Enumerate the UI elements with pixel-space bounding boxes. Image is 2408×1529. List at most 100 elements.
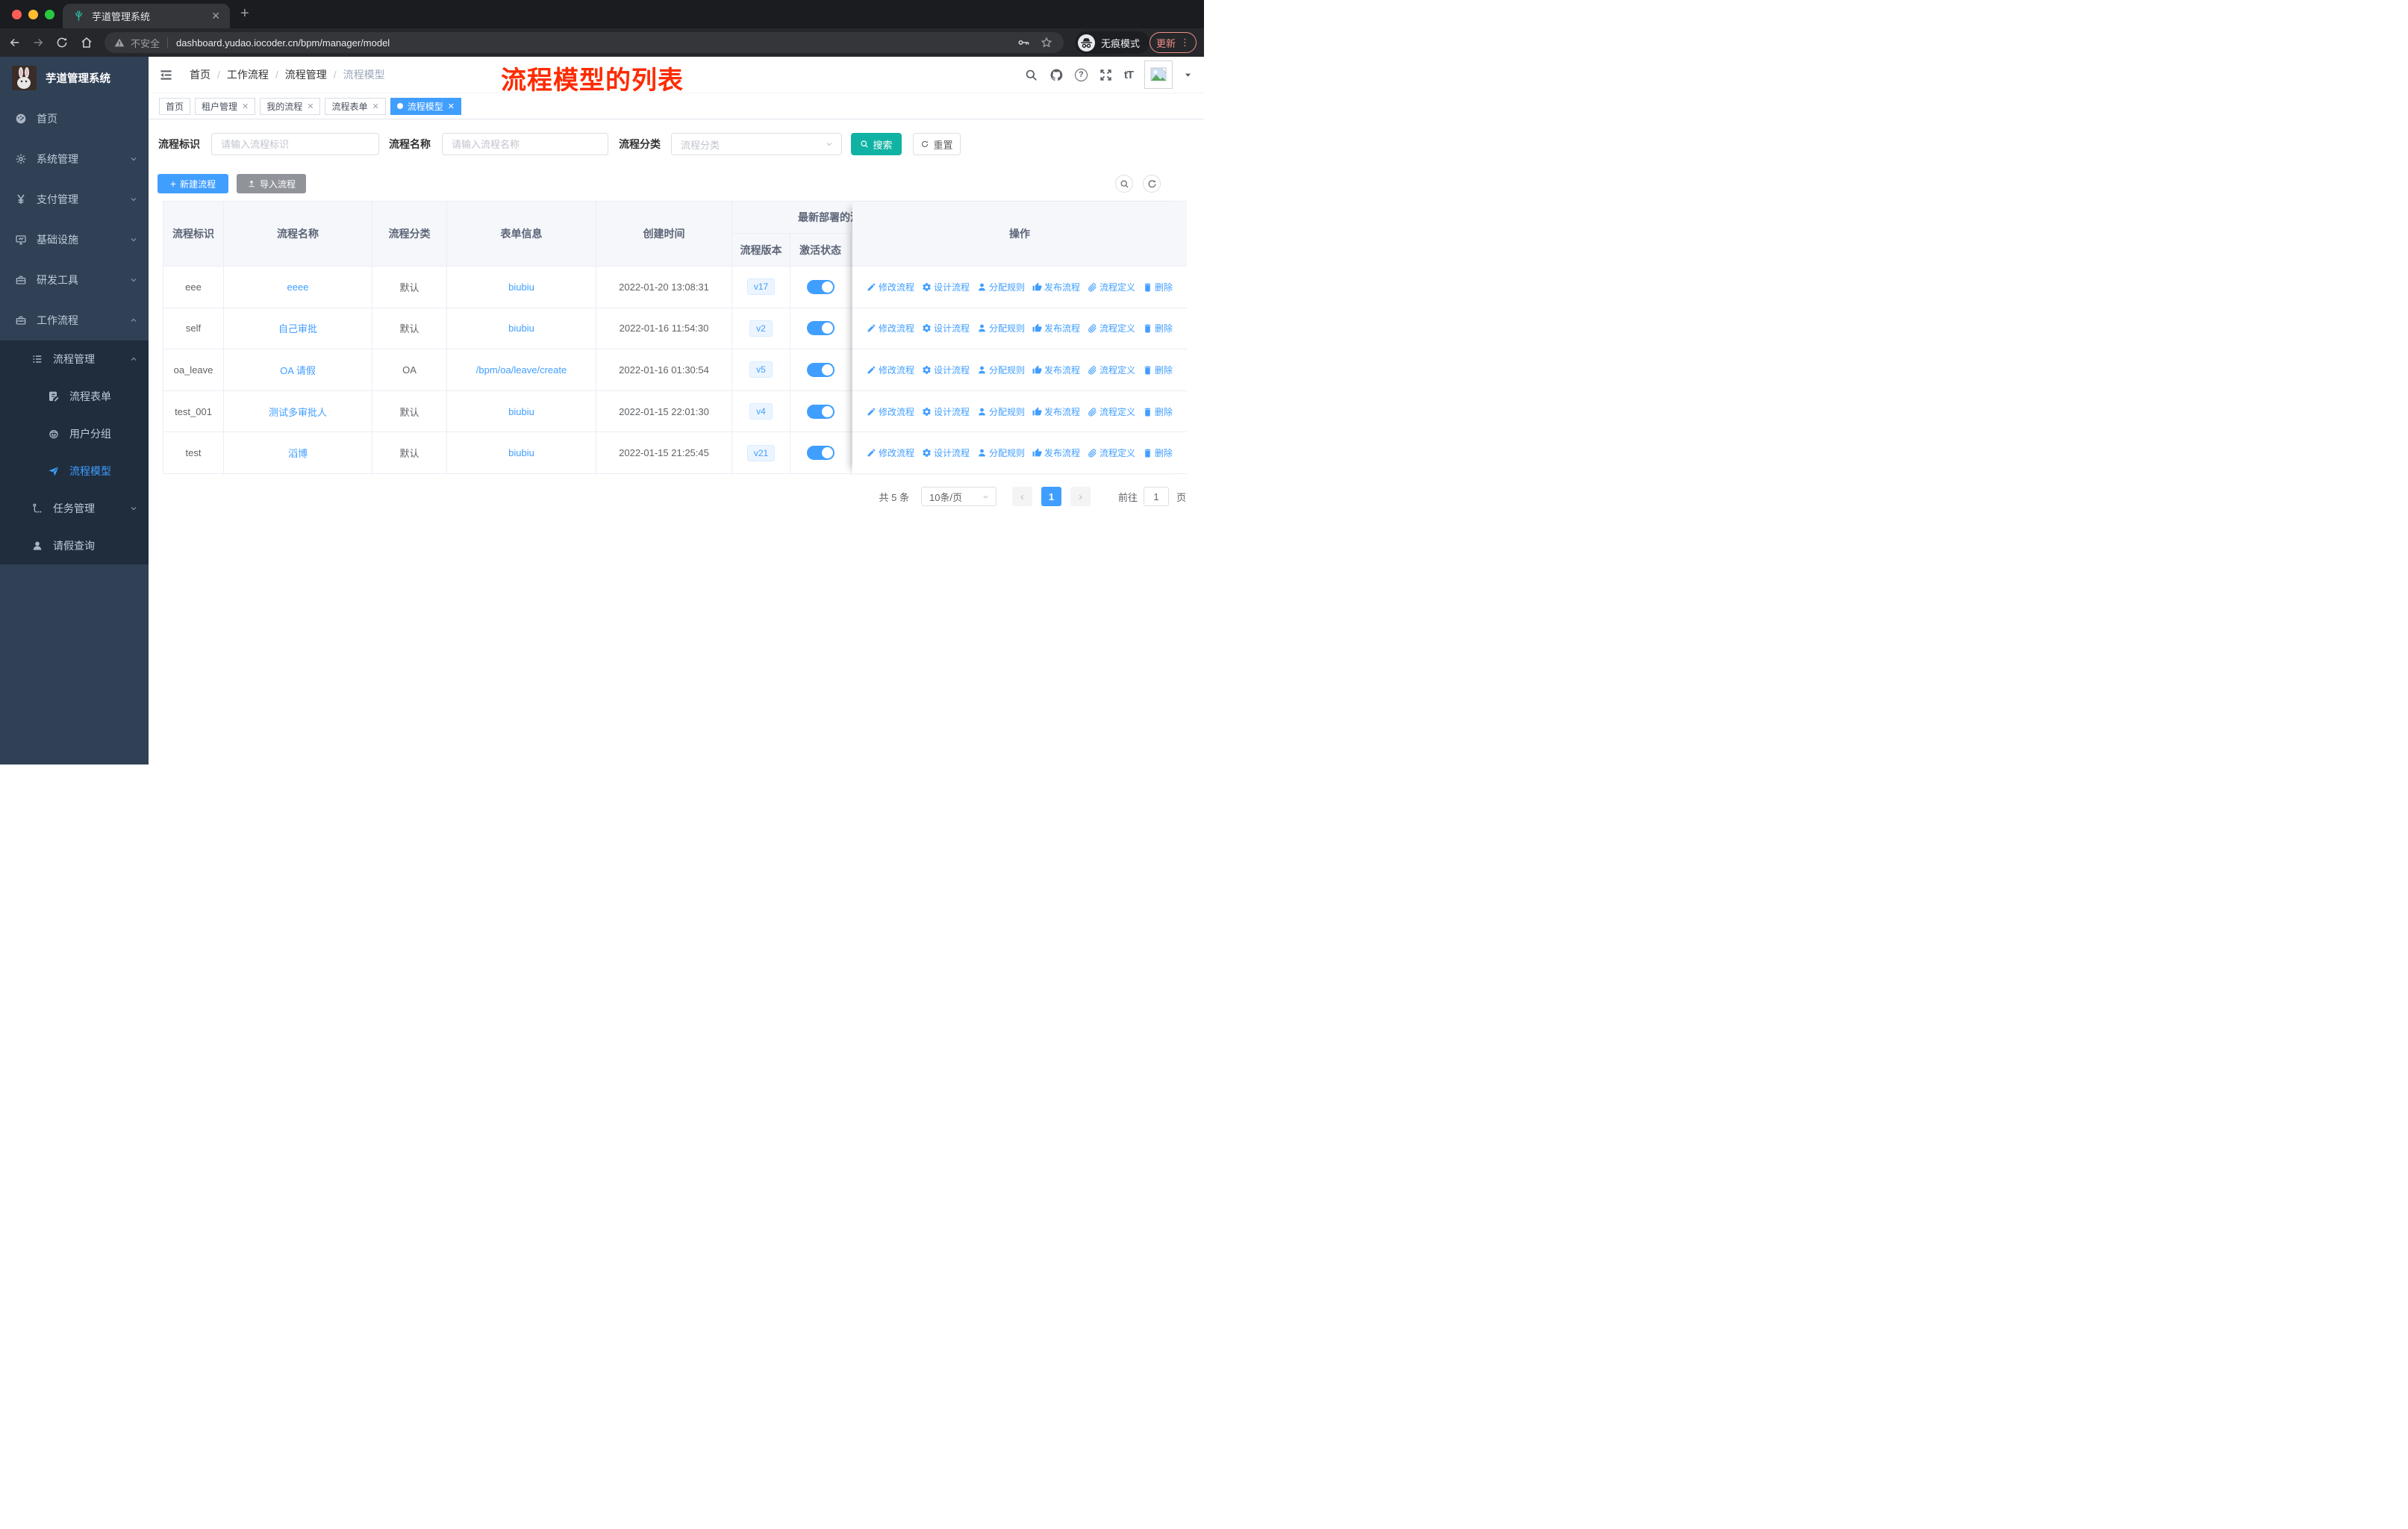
page-size-select[interactable]: 10条/页 bbox=[920, 487, 996, 506]
sidebar-item-dev-tools[interactable]: 研发工具 bbox=[0, 260, 149, 300]
form-info-link[interactable]: /bpm/oa/leave/create bbox=[476, 364, 567, 376]
action-user-link[interactable]: 分配规则 bbox=[977, 405, 1025, 418]
breadcrumb-item[interactable]: 工作流程 bbox=[227, 67, 269, 82]
breadcrumb-item[interactable]: 流程管理 bbox=[285, 67, 327, 82]
action-definition-link[interactable]: 流程定义 bbox=[1088, 446, 1135, 459]
close-window-button[interactable] bbox=[12, 10, 22, 19]
view-tag[interactable]: 流程表单 ✕ bbox=[325, 97, 386, 115]
create-process-button[interactable]: + 新建流程 bbox=[157, 174, 228, 193]
action-delete-link[interactable]: 删除 bbox=[1143, 405, 1173, 418]
tab-close-icon[interactable]: ✕ bbox=[209, 10, 222, 22]
breadcrumb-item[interactable]: 首页 bbox=[190, 67, 210, 82]
github-icon[interactable] bbox=[1049, 68, 1064, 82]
action-definition-link[interactable]: 流程定义 bbox=[1088, 405, 1135, 418]
goto-page-input[interactable] bbox=[1143, 487, 1169, 506]
sidebar-item-leave-query[interactable]: 请假查询 bbox=[0, 527, 149, 564]
url-text[interactable]: dashboard.yudao.iocoder.cn/bpm/manager/m… bbox=[176, 37, 390, 49]
sidebar-item-user-group[interactable]: 用户分组 bbox=[0, 415, 149, 452]
toggle-search-button[interactable] bbox=[1115, 175, 1133, 193]
new-tab-button[interactable]: + bbox=[240, 5, 249, 22]
current-page-button[interactable]: 1 bbox=[1041, 487, 1061, 506]
import-process-button[interactable]: 导入流程 bbox=[237, 174, 306, 193]
form-info-link[interactable]: biubiu bbox=[508, 406, 534, 417]
app-logo[interactable]: 芋道管理系统 bbox=[0, 57, 149, 99]
browser-menu-icon[interactable]: ⋮ bbox=[1180, 37, 1190, 49]
action-definition-link[interactable]: 流程定义 bbox=[1088, 364, 1135, 376]
bookmark-star-icon[interactable] bbox=[1040, 36, 1053, 49]
filter-key-input[interactable] bbox=[211, 133, 379, 155]
view-tag[interactable]: 流程模型 ✕ bbox=[390, 97, 461, 115]
active-state-toggle[interactable] bbox=[806, 446, 835, 461]
action-gear-link[interactable]: 设计流程 bbox=[922, 322, 970, 334]
sidebar-item-task-management[interactable]: 任务管理 bbox=[0, 490, 149, 527]
action-edit-link[interactable]: 修改流程 bbox=[867, 281, 914, 293]
view-tag[interactable]: 我的流程 ✕ bbox=[260, 97, 321, 115]
sidebar-item-payment[interactable]: 支付管理 bbox=[0, 179, 149, 219]
sidebar-item-system[interactable]: 系统管理 bbox=[0, 139, 149, 179]
sidebar-item-home[interactable]: 首页 bbox=[0, 99, 149, 139]
reload-icon[interactable] bbox=[55, 36, 69, 49]
search-button[interactable]: 搜索 bbox=[851, 133, 902, 155]
action-gear-link[interactable]: 设计流程 bbox=[922, 281, 970, 293]
maximize-window-button[interactable] bbox=[45, 10, 54, 19]
refresh-table-button[interactable] bbox=[1143, 175, 1161, 193]
home-icon[interactable] bbox=[80, 36, 93, 49]
reset-button[interactable]: 重置 bbox=[913, 133, 961, 155]
security-label[interactable]: 不安全 bbox=[131, 36, 160, 50]
sidebar-item-process-model[interactable]: 流程模型 bbox=[0, 452, 149, 490]
help-icon[interactable]: ? bbox=[1074, 68, 1088, 81]
address-bar[interactable]: 不安全 dashboard.yudao.iocoder.cn/bpm/manag… bbox=[105, 32, 1064, 53]
form-info-link[interactable]: biubiu bbox=[508, 323, 534, 334]
back-icon[interactable] bbox=[8, 36, 22, 49]
minimize-window-button[interactable] bbox=[28, 10, 38, 19]
active-state-toggle[interactable] bbox=[806, 404, 835, 419]
browser-tab[interactable]: 芋道管理系统 ✕ bbox=[63, 4, 230, 28]
caret-down-icon[interactable] bbox=[1184, 71, 1192, 79]
filter-name-input[interactable] bbox=[442, 133, 608, 155]
fullscreen-icon[interactable] bbox=[1099, 68, 1113, 82]
forward-icon[interactable] bbox=[31, 36, 45, 49]
active-state-toggle[interactable] bbox=[806, 321, 835, 336]
action-definition-link[interactable]: 流程定义 bbox=[1088, 281, 1135, 293]
process-name-link[interactable]: OA 请假 bbox=[280, 363, 316, 377]
action-user-link[interactable]: 分配规则 bbox=[977, 364, 1025, 376]
action-gear-link[interactable]: 设计流程 bbox=[922, 446, 970, 459]
process-name-link[interactable]: 滔博 bbox=[288, 446, 308, 460]
active-state-toggle[interactable] bbox=[806, 279, 835, 294]
tag-close-icon[interactable]: ✕ bbox=[448, 102, 455, 111]
process-name-link[interactable]: eeee bbox=[287, 281, 309, 293]
action-definition-link[interactable]: 流程定义 bbox=[1088, 322, 1135, 334]
action-delete-link[interactable]: 删除 bbox=[1143, 446, 1173, 459]
action-publish-link[interactable]: 发布流程 bbox=[1032, 446, 1080, 459]
form-info-link[interactable]: biubiu bbox=[508, 281, 534, 293]
action-edit-link[interactable]: 修改流程 bbox=[867, 405, 914, 418]
view-tag[interactable]: 首页 bbox=[159, 97, 191, 115]
view-tag[interactable]: 租户管理 ✕ bbox=[195, 97, 256, 115]
sidebar-item-process-management[interactable]: 流程管理 bbox=[0, 340, 149, 378]
form-info-link[interactable]: biubiu bbox=[508, 447, 534, 458]
prev-page-button[interactable]: ‹ bbox=[1011, 487, 1032, 506]
sidebar-item-infrastructure[interactable]: 基础设施 bbox=[0, 219, 149, 260]
filter-category-select[interactable]: 流程分类 bbox=[671, 133, 842, 155]
sidebar-item-process-form[interactable]: 流程表单 bbox=[0, 378, 149, 415]
action-publish-link[interactable]: 发布流程 bbox=[1032, 322, 1080, 334]
action-edit-link[interactable]: 修改流程 bbox=[867, 322, 914, 334]
tag-close-icon[interactable]: ✕ bbox=[242, 102, 249, 111]
action-user-link[interactable]: 分配规则 bbox=[977, 322, 1025, 334]
collapse-sidebar-icon[interactable] bbox=[159, 68, 173, 82]
tag-close-icon[interactable]: ✕ bbox=[307, 102, 314, 111]
process-name-link[interactable]: 测试多审批人 bbox=[269, 405, 327, 419]
sidebar-item-workflow[interactable]: 工作流程 bbox=[0, 300, 149, 340]
search-icon[interactable] bbox=[1024, 68, 1038, 82]
action-publish-link[interactable]: 发布流程 bbox=[1032, 364, 1080, 376]
process-name-link[interactable]: 自己审批 bbox=[278, 321, 317, 335]
action-delete-link[interactable]: 删除 bbox=[1143, 364, 1173, 376]
tag-close-icon[interactable]: ✕ bbox=[372, 102, 379, 111]
font-size-icon[interactable]: tT bbox=[1124, 69, 1134, 81]
not-secure-warning-icon[interactable] bbox=[113, 37, 125, 49]
next-page-button[interactable]: › bbox=[1070, 487, 1091, 506]
action-gear-link[interactable]: 设计流程 bbox=[922, 364, 970, 376]
action-gear-link[interactable]: 设计流程 bbox=[922, 405, 970, 418]
action-user-link[interactable]: 分配规则 bbox=[977, 446, 1025, 459]
action-publish-link[interactable]: 发布流程 bbox=[1032, 405, 1080, 418]
